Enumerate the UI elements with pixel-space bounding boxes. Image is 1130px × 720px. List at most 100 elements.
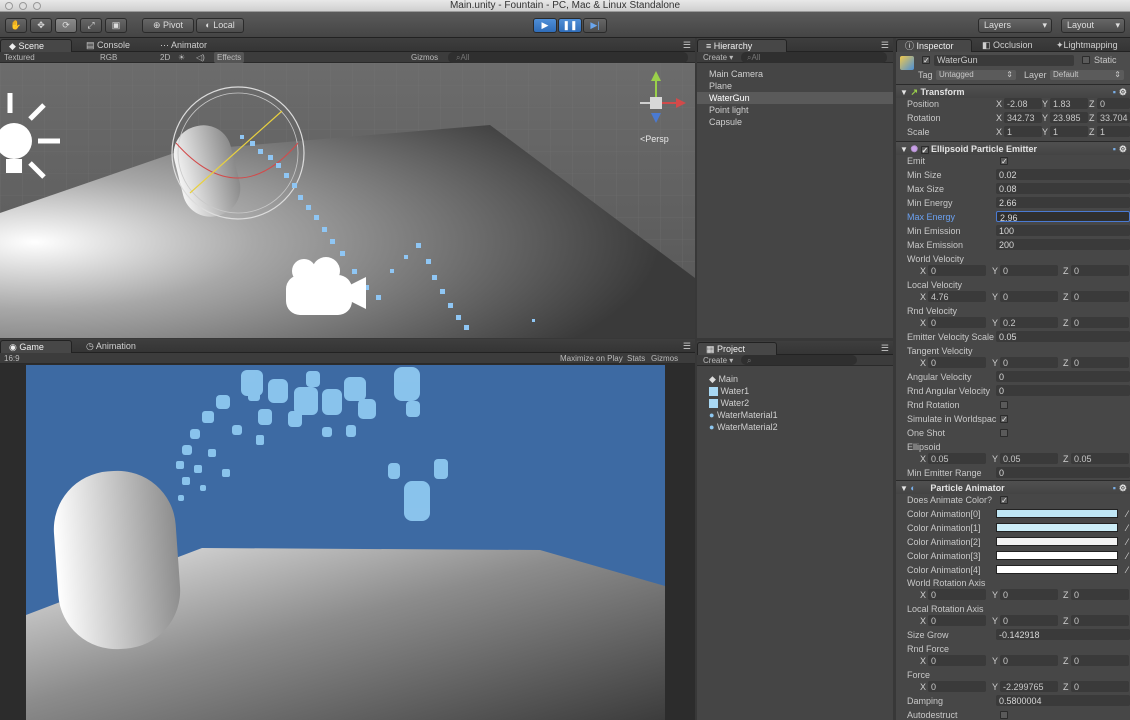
tab-hierarchy[interactable]: ≡ Hierarchy xyxy=(697,39,787,52)
eyedropper-icon[interactable]: ⁄ xyxy=(1126,508,1128,520)
local-velocity-z-field[interactable]: 0 xyxy=(1071,291,1129,302)
emit-checkbox[interactable]: ✓ xyxy=(1000,157,1008,166)
scene-audio-icon[interactable]: ◁) xyxy=(196,52,205,63)
gear-icon[interactable]: ⚙ xyxy=(1119,481,1127,495)
tab-animator[interactable]: ⋯ Animator xyxy=(152,39,215,52)
rect-tool-button[interactable]: ▣ xyxy=(105,18,127,33)
rotation-y-field[interactable]: 23.985 xyxy=(1050,112,1088,123)
aspect-dropdown[interactable]: 16:9 xyxy=(4,353,20,364)
2d-toggle[interactable]: 2D xyxy=(160,52,170,63)
emitter-velocity-scale-field[interactable]: 0.05 xyxy=(996,331,1130,342)
panel-menu-icon[interactable]: ☰ xyxy=(683,40,691,51)
tab-console[interactable]: ▤ Console xyxy=(78,39,138,52)
min-size-field[interactable]: 0.02 xyxy=(996,169,1130,180)
move-tool-button[interactable]: ✥ xyxy=(30,18,52,33)
tab-project[interactable]: ▦ Project xyxy=(697,342,777,355)
hand-tool-button[interactable]: ✋ xyxy=(5,18,27,33)
layout-dropdown[interactable]: Layout ▾ xyxy=(1061,18,1125,33)
eyedropper-icon[interactable]: ⁄ xyxy=(1126,522,1128,534)
force-z-field[interactable]: 0 xyxy=(1071,681,1129,692)
pause-button[interactable]: ❚❚ xyxy=(558,18,582,33)
max-energy-field[interactable]: 2.96 xyxy=(996,211,1130,223)
project-item-watermaterial2[interactable]: ● WaterMaterial2 xyxy=(709,421,778,433)
world-rotation-axis-x-field[interactable]: 0 xyxy=(928,589,986,600)
rnd-force-x-field[interactable]: 0 xyxy=(928,655,986,666)
rotation-z-field[interactable]: 33.704 xyxy=(1097,112,1130,123)
close-window-button[interactable] xyxy=(5,2,13,10)
force-x-field[interactable]: 0 xyxy=(928,681,986,692)
tab-inspector[interactable]: ⓘ Inspector xyxy=(896,39,972,52)
minimize-window-button[interactable] xyxy=(19,2,27,10)
force-y-field[interactable]: -2.299765 xyxy=(1000,681,1058,692)
active-checkbox[interactable]: ✓ xyxy=(922,56,930,65)
gear-icon[interactable]: ⚙ xyxy=(1119,85,1127,99)
local-toggle[interactable]: ◐ Local xyxy=(196,18,244,33)
tangent-velocity-x-field[interactable]: 0 xyxy=(928,357,986,368)
project-item-water2[interactable]: Water2 xyxy=(709,397,749,409)
position-y-field[interactable]: 1.83 xyxy=(1050,98,1088,109)
color-swatch[interactable] xyxy=(996,523,1118,532)
game-gizmos-dropdown[interactable]: Gizmos xyxy=(651,353,678,364)
ellipsoid-y-field[interactable]: 0.05 xyxy=(1000,453,1058,464)
emitter-enabled-checkbox[interactable]: ✓ xyxy=(920,146,929,155)
tab-scene[interactable]: ◆ Scene xyxy=(0,39,72,52)
position-x-field[interactable]: -2.08 xyxy=(1004,98,1042,109)
eyedropper-icon[interactable]: ⁄ xyxy=(1126,564,1128,576)
scale-z-field[interactable]: 1 xyxy=(1097,126,1130,137)
project-item-water1[interactable]: Water1 xyxy=(709,385,749,397)
tangent-velocity-z-field[interactable]: 0 xyxy=(1071,357,1129,368)
help-icon[interactable]: ▪ xyxy=(1113,85,1116,99)
gizmos-dropdown[interactable]: Gizmos xyxy=(411,52,438,63)
tab-occlusion[interactable]: ◧ Occlusion xyxy=(974,39,1041,52)
scene-viewport[interactable]: <Persp xyxy=(0,63,695,338)
local-velocity-y-field[interactable]: 0 xyxy=(1000,291,1058,302)
world-velocity-y-field[interactable]: 0 xyxy=(1000,265,1058,276)
tag-dropdown[interactable]: Untagged ⇕ xyxy=(936,70,1016,80)
color-swatch[interactable] xyxy=(996,565,1118,574)
panel-menu-icon[interactable]: ☰ xyxy=(881,40,889,51)
scale-y-field[interactable]: 1 xyxy=(1050,126,1088,137)
does-animate-color-checkbox[interactable]: ✓ xyxy=(1000,496,1008,505)
simulate-worldspace-checkbox[interactable]: ✓ xyxy=(1000,415,1008,424)
one-shot-checkbox[interactable] xyxy=(1000,429,1008,437)
damping-field[interactable]: 0.5800004 xyxy=(996,695,1130,706)
shading-mode-dropdown[interactable]: Textured xyxy=(4,52,35,63)
tab-lightmapping[interactable]: ✦Lightmapping xyxy=(1048,39,1126,52)
tab-animation[interactable]: ◷ Animation xyxy=(78,340,144,353)
rnd-velocity-z-field[interactable]: 0 xyxy=(1071,317,1129,328)
zoom-window-button[interactable] xyxy=(33,2,41,10)
layers-dropdown[interactable]: Layers ▾ xyxy=(978,18,1052,33)
scale-x-field[interactable]: 1 xyxy=(1004,126,1042,137)
particle-animator-header[interactable]: ▼ ◐ Particle Animator ▪ ⚙ xyxy=(896,480,1130,494)
min-emission-field[interactable]: 100 xyxy=(996,225,1130,236)
world-rotation-axis-z-field[interactable]: 0 xyxy=(1071,589,1129,600)
color-swatch[interactable] xyxy=(996,509,1118,518)
project-item-watermaterial1[interactable]: ● WaterMaterial1 xyxy=(709,409,778,421)
tangent-velocity-y-field[interactable]: 0 xyxy=(1000,357,1058,368)
eyedropper-icon[interactable]: ⁄ xyxy=(1126,550,1128,562)
rnd-velocity-y-field[interactable]: 0.2 xyxy=(1000,317,1058,328)
local-rotation-axis-z-field[interactable]: 0 xyxy=(1071,615,1129,626)
help-icon[interactable]: ▪ xyxy=(1113,142,1116,156)
hierarchy-item-point-light[interactable]: Point light xyxy=(709,104,749,116)
stats-toggle[interactable]: Stats xyxy=(627,353,645,364)
rnd-velocity-x-field[interactable]: 0 xyxy=(928,317,986,328)
eyedropper-icon[interactable]: ⁄ xyxy=(1126,536,1128,548)
angular-velocity-field[interactable]: 0 xyxy=(996,371,1130,382)
panel-menu-icon[interactable]: ☰ xyxy=(683,341,691,352)
hierarchy-item-main-camera[interactable]: Main Camera xyxy=(709,68,763,80)
transform-header[interactable]: ▼ ↗ Transform ▪ ⚙ xyxy=(896,84,1130,98)
ellipsoid-x-field[interactable]: 0.05 xyxy=(928,453,986,464)
min-emitter-range-field[interactable]: 0 xyxy=(996,467,1130,478)
projection-label[interactable]: <Persp xyxy=(640,134,669,144)
render-mode-dropdown[interactable]: RGB xyxy=(100,52,117,63)
autodestruct-checkbox[interactable] xyxy=(1000,711,1008,719)
position-z-field[interactable]: 0 xyxy=(1097,98,1130,109)
local-rotation-axis-y-field[interactable]: 0 xyxy=(1000,615,1058,626)
color-swatch[interactable] xyxy=(996,551,1118,560)
hierarchy-item-capsule[interactable]: Capsule xyxy=(709,116,742,128)
ellipsoid-z-field[interactable]: 0.05 xyxy=(1071,453,1129,464)
world-rotation-axis-y-field[interactable]: 0 xyxy=(1000,589,1058,600)
project-create-dropdown[interactable]: Create ▾ xyxy=(703,355,733,366)
scale-tool-button[interactable]: ⤢ xyxy=(80,18,102,33)
